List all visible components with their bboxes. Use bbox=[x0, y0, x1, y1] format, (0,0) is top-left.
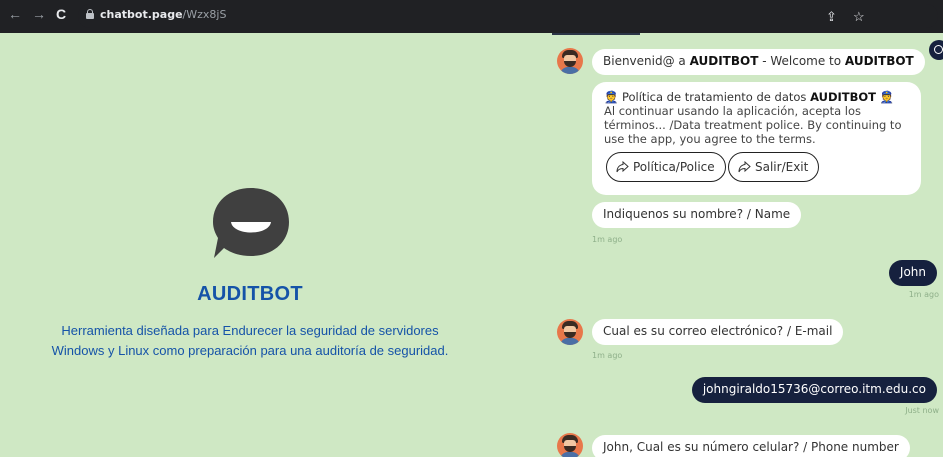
url-path: /Wzx8jS bbox=[182, 8, 227, 21]
user-name-timestamp: 1m ago bbox=[908, 290, 939, 299]
address-bar[interactable]: chatbot.page/Wzx8jS ⇪ ☆ bbox=[78, 4, 938, 28]
welcome-bot-name: AUDITBOT bbox=[689, 54, 759, 68]
policy-title-bot-name: AUDITBOT bbox=[810, 90, 877, 104]
back-arrow-icon[interactable]: ← bbox=[8, 7, 22, 21]
policy-button-label: Política/Police bbox=[633, 160, 715, 174]
policy-title: 👮 Política de tratamiento de datos AUDIT… bbox=[604, 90, 909, 104]
welcome-message: Bienvenid@ a AUDITBOT - Welcome to AUDIT… bbox=[592, 49, 925, 75]
bot-description: Herramienta diseñada para Endurecer la s… bbox=[0, 321, 500, 361]
bookmark-star-icon[interactable]: ☆ bbox=[853, 9, 865, 25]
user-email-timestamp: Just now bbox=[905, 406, 939, 415]
bot-avatar bbox=[557, 48, 583, 74]
bot-avatar bbox=[557, 319, 583, 345]
exit-button-label: Salir/Exit bbox=[755, 160, 809, 174]
chat-bubble-smile-icon bbox=[213, 188, 289, 258]
chat-header-indicator bbox=[552, 33, 640, 35]
ask-email-message: Cual es su correo electrónico? / E-mail bbox=[592, 319, 844, 345]
forward-arrow-icon[interactable]: → bbox=[32, 7, 46, 21]
user-name-message: John bbox=[888, 260, 937, 286]
ask-phone-message: John, Cual es su número celular? / Phone… bbox=[592, 435, 910, 457]
policy-text: Al continuar usando la aplicación, acept… bbox=[604, 104, 902, 146]
policy-emoji-icon-2: 👮 bbox=[879, 90, 895, 104]
policy-emoji-icon: 👮 bbox=[604, 90, 619, 104]
welcome-middle: - Welcome to bbox=[758, 54, 845, 68]
reload-icon[interactable]: C bbox=[56, 7, 66, 21]
user-email-message: johngiraldo15736@correo.itm.edu.co bbox=[691, 377, 937, 403]
policy-title-prefix: Política de tratamiento de datos bbox=[618, 90, 811, 104]
bot-description-line2: Windows y Linux como preparación para un… bbox=[51, 343, 449, 358]
ask-name-message: Indiquenos su nombre? / Name bbox=[592, 202, 802, 228]
share-arrow-icon bbox=[616, 161, 629, 173]
exit-button[interactable]: Salir/Exit bbox=[728, 152, 820, 182]
chat-panel[interactable]: Bienvenid@ a AUDITBOT - Welcome to AUDIT… bbox=[548, 33, 943, 457]
bot-intro-panel: AUDITBOT Herramienta diseñada para Endur… bbox=[0, 33, 548, 457]
url-host: chatbot.page bbox=[100, 8, 183, 21]
browser-toolbar: ← → C chatbot.page/Wzx8jS ⇪ ☆ bbox=[0, 0, 943, 33]
chat-menu-icon[interactable] bbox=[929, 40, 943, 60]
bot-description-line1: Herramienta diseñada para Endurecer la s… bbox=[61, 323, 439, 338]
share-arrow-icon bbox=[738, 161, 751, 173]
lock-icon bbox=[86, 9, 94, 19]
bot-avatar bbox=[557, 433, 583, 457]
share-page-icon[interactable]: ⇪ bbox=[826, 9, 837, 25]
ask-name-timestamp: 1m ago bbox=[592, 235, 623, 244]
welcome-prefix: Bienvenid@ a bbox=[603, 54, 690, 68]
policy-message: 👮 Política de tratamiento de datos AUDIT… bbox=[592, 82, 921, 195]
policy-button[interactable]: Política/Police bbox=[606, 152, 726, 182]
welcome-bot-name-2: AUDITBOT bbox=[844, 54, 914, 68]
ask-email-timestamp: 1m ago bbox=[592, 351, 623, 360]
bot-title: AUDITBOT bbox=[197, 283, 303, 305]
url-text: chatbot.page/Wzx8jS bbox=[100, 8, 226, 21]
